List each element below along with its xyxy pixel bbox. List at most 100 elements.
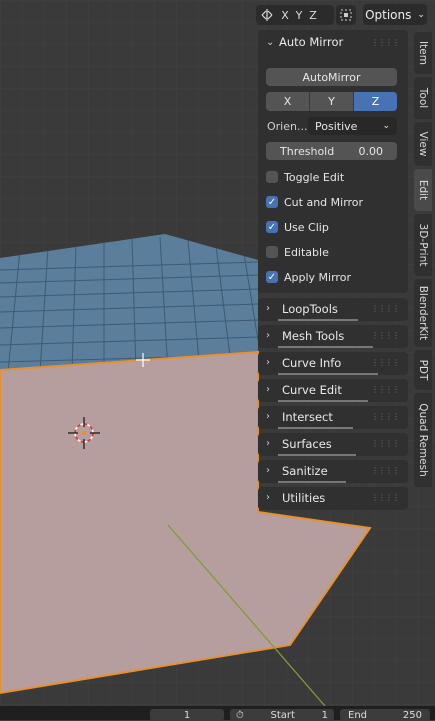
apply-mirror-row[interactable]: ✓ Apply Mirror	[266, 268, 351, 286]
use-clip-checkbox[interactable]: ✓	[266, 221, 278, 233]
mirror-y-toggle[interactable]: Y	[292, 6, 306, 24]
orientation-value: Positive	[315, 119, 358, 133]
panel-title: Surfaces	[282, 437, 332, 451]
panel-curve-info[interactable]: › Curve Info ⋮⋮⋮⋮	[258, 352, 408, 375]
panel-divider	[278, 454, 356, 456]
editable-row[interactable]: Editable	[266, 243, 329, 261]
tab-label: View	[417, 131, 429, 157]
checkbox-label: Apply Mirror	[284, 270, 351, 284]
chevron-right-icon: ›	[266, 438, 270, 449]
panel-title: Auto Mirror	[279, 35, 344, 49]
start-value: 1	[321, 709, 328, 721]
end-value: 250	[402, 709, 422, 721]
use-clip-row[interactable]: ✓ Use Clip	[266, 218, 329, 236]
current-frame-value: 1	[183, 709, 191, 721]
axis-selector: X Y Z	[266, 92, 397, 111]
chevron-right-icon: ›	[266, 411, 270, 422]
apply-mirror-checkbox[interactable]: ✓	[266, 271, 278, 283]
mirror-axis-icon[interactable]	[256, 6, 278, 24]
toggle-edit-checkbox[interactable]	[266, 171, 278, 183]
panel-utilities[interactable]: › Utilities ⋮⋮⋮⋮	[258, 487, 408, 510]
end-label: End	[348, 709, 368, 721]
checkbox-label: Cut and Mirror	[284, 195, 364, 209]
panel-title: Intersect	[282, 410, 333, 424]
tab-pdt[interactable]: PDT	[414, 350, 432, 390]
panel-intersect[interactable]: › Intersect ⋮⋮⋮⋮	[258, 406, 408, 429]
editable-checkbox[interactable]	[266, 246, 278, 258]
chevron-right-icon: ›	[266, 357, 270, 368]
start-frame-field[interactable]: ⏱ Start 1	[230, 709, 334, 721]
toggle-edit-row[interactable]: Toggle Edit	[266, 168, 344, 186]
threshold-value: 0.00	[358, 144, 384, 158]
checkbox-label: Editable	[284, 245, 329, 259]
auto-mirror-panel: ⌄ Auto Mirror ⋮⋮⋮⋮ AutoMirror X Y Z Orie…	[258, 30, 408, 293]
tab-item[interactable]: Item	[414, 32, 432, 74]
drag-grip-icon[interactable]: ⋮⋮⋮⋮	[371, 466, 400, 475]
drag-grip-icon[interactable]: ⋮⋮⋮⋮	[371, 385, 400, 394]
chevron-right-icon: ›	[266, 303, 270, 314]
mirror-axis-group: X Y Z	[256, 5, 334, 25]
drag-grip-icon[interactable]: ⋮⋮⋮⋮	[371, 439, 400, 448]
options-label: Options	[365, 7, 412, 22]
options-button[interactable]: Options ⌄	[363, 4, 427, 25]
tab-blenderkit[interactable]: BlenderKit	[414, 279, 432, 347]
end-frame-field[interactable]: End 250	[340, 709, 430, 721]
drag-grip-icon[interactable]: ⋮⋮⋮⋮	[371, 331, 400, 340]
orientation-select[interactable]: Positive ⌄	[308, 117, 397, 135]
tab-3d-print[interactable]: 3D-Print	[414, 214, 432, 276]
panel-title: Utilities	[282, 491, 326, 505]
drag-grip-icon[interactable]: ⋮⋮⋮⋮	[371, 412, 400, 421]
panel-surfaces[interactable]: › Surfaces ⋮⋮⋮⋮	[258, 433, 408, 456]
panel-mesh-tools[interactable]: › Mesh Tools ⋮⋮⋮⋮	[258, 325, 408, 348]
stopwatch-icon: ⏱	[236, 709, 244, 721]
panel-title: Mesh Tools	[282, 329, 345, 343]
panel-title: Curve Edit	[282, 383, 342, 397]
threshold-field[interactable]: Threshold 0.00	[266, 142, 397, 160]
chevron-down-icon: ⌄	[417, 9, 425, 20]
panel-divider	[278, 481, 346, 483]
panel-sanitize[interactable]: › Sanitize ⋮⋮⋮⋮	[258, 460, 408, 483]
timeline-footer: 1 ⏱ Start 1 End 250	[0, 706, 435, 721]
cut-and-mirror-row[interactable]: ✓ Cut and Mirror	[266, 193, 363, 211]
tab-label: 3D-Print	[417, 223, 429, 267]
tab-view[interactable]: View	[414, 122, 432, 166]
panel-title: Curve Info	[282, 356, 342, 370]
panel-looptools[interactable]: › LoopTools ⋮⋮⋮⋮	[258, 298, 408, 321]
tab-label: Edit	[417, 179, 429, 201]
chevron-down-icon: ⌄	[266, 36, 275, 48]
orientation-label: Orien...	[267, 120, 308, 133]
checkbox-label: Use Clip	[284, 220, 329, 234]
axis-x-button[interactable]: X	[266, 92, 310, 111]
panel-divider	[278, 319, 358, 321]
chevron-down-icon: ⌄	[382, 121, 390, 131]
mirror-z-toggle[interactable]: Z	[306, 6, 320, 24]
chevron-right-icon: ›	[266, 465, 270, 476]
tab-label: Item	[417, 41, 429, 65]
gizmo-icon[interactable]	[336, 5, 356, 25]
blue-plane	[0, 234, 258, 372]
axis-z-button[interactable]: Z	[354, 92, 397, 111]
mirror-x-toggle[interactable]: X	[278, 6, 292, 24]
tab-edit[interactable]: Edit	[414, 169, 432, 211]
panel-divider	[278, 346, 373, 348]
current-frame-field[interactable]: 1	[150, 709, 224, 721]
tab-tool[interactable]: Tool	[414, 77, 432, 119]
panel-title: LoopTools	[282, 302, 338, 316]
drag-grip-icon[interactable]: ⋮⋮⋮⋮	[371, 304, 400, 313]
chevron-right-icon: ›	[266, 384, 270, 395]
drag-grip-icon[interactable]: ⋮⋮⋮⋮	[371, 358, 400, 367]
chevron-right-icon: ›	[266, 492, 270, 503]
drag-grip-icon[interactable]: ⋮⋮⋮⋮	[371, 38, 400, 47]
auto-mirror-header[interactable]: ⌄ Auto Mirror ⋮⋮⋮⋮	[258, 30, 408, 54]
tab-label: PDT	[417, 359, 429, 381]
tab-quad-remesh[interactable]: Quad Remesh	[414, 393, 432, 487]
drag-grip-icon[interactable]: ⋮⋮⋮⋮	[371, 493, 400, 502]
tab-label: Quad Remesh	[417, 403, 429, 477]
axis-y-button[interactable]: Y	[310, 92, 354, 111]
tab-label: Tool	[417, 87, 429, 109]
cut-and-mirror-checkbox[interactable]: ✓	[266, 196, 278, 208]
panel-curve-edit[interactable]: › Curve Edit ⋮⋮⋮⋮	[258, 379, 408, 402]
threshold-label: Threshold	[280, 144, 335, 158]
panel-title: Sanitize	[282, 464, 328, 478]
automirror-button[interactable]: AutoMirror	[266, 68, 397, 86]
